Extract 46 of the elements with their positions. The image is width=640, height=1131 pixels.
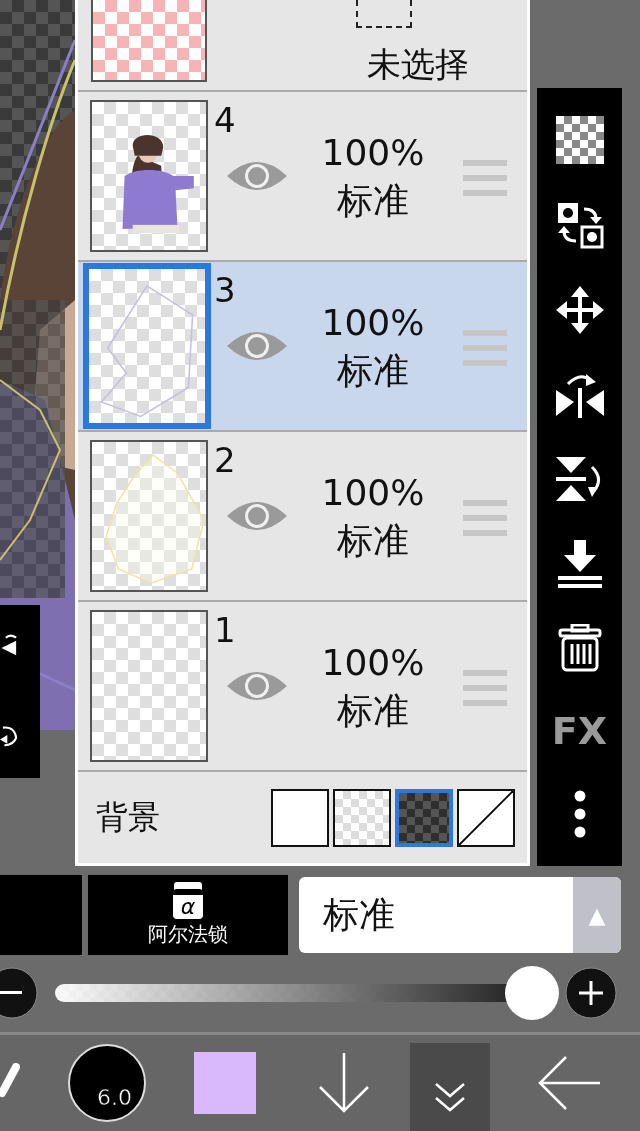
blend-mode-dropdown[interactable]: 标准 ▲	[299, 877, 621, 953]
more-icon[interactable]	[573, 789, 586, 838]
minus-button[interactable]	[0, 967, 38, 1019]
collapse-button[interactable]	[410, 1043, 490, 1131]
layer-row[interactable]: 4 100% 标准	[78, 92, 527, 262]
transparency-icon[interactable]	[555, 116, 604, 165]
drag-handle-icon[interactable]	[463, 330, 507, 366]
layer-blend-mode: 标准	[337, 180, 409, 222]
layer-row[interactable]: 3 100% 标准	[78, 262, 527, 432]
back-arrow-icon[interactable]	[538, 1056, 600, 1110]
merge-down-icon[interactable]	[555, 539, 604, 588]
slider-thumb[interactable]	[504, 966, 559, 1020]
drag-handle-icon[interactable]	[463, 500, 507, 536]
background-label: 背景	[96, 796, 160, 838]
layer-blend-mode: 标准	[337, 690, 409, 732]
layer-blend-mode: 标准	[337, 520, 409, 562]
layer-number: 3	[214, 270, 236, 310]
layer-opacity: 100%	[321, 642, 425, 684]
layer-blend-mode: 标准	[337, 350, 409, 392]
layer-row[interactable]: 2 100% 标准	[78, 432, 527, 602]
background-swatch[interactable]	[271, 788, 329, 847]
plus-button[interactable]	[565, 967, 617, 1019]
layer-opacity: 100%	[321, 472, 425, 514]
color-swatch[interactable]	[194, 1052, 256, 1114]
layer-number: 4	[214, 100, 236, 140]
drag-handle-icon[interactable]	[463, 670, 507, 706]
background-swatch[interactable]	[333, 788, 391, 847]
brush-size-button[interactable]: 6.0	[68, 1044, 146, 1122]
layer-status: 未选择	[367, 43, 469, 86]
alpha-lock-button[interactable]: α 阿尔法锁	[88, 875, 288, 955]
background-swatch[interactable]	[457, 788, 515, 847]
chevron-down-icon	[434, 1082, 466, 1112]
layer-number: 1	[214, 610, 236, 650]
opacity-slider[interactable]	[53, 966, 557, 1020]
down-arrow-icon[interactable]	[318, 1053, 370, 1113]
fx-button[interactable]: FX	[551, 708, 608, 753]
layer-row[interactable]: 1 100% 标准	[78, 602, 527, 772]
layer-number: 2	[214, 440, 236, 480]
swap-layers-icon[interactable]	[555, 201, 604, 249]
layer-opacity: 100%	[321, 132, 425, 174]
move-icon[interactable]	[555, 285, 604, 334]
clipping-button[interactable]	[0, 875, 82, 955]
layer-opacity: 100%	[321, 302, 425, 344]
drag-handle-icon[interactable]	[463, 160, 507, 196]
background-swatch[interactable]	[395, 788, 453, 847]
selection-icon	[356, 0, 412, 28]
